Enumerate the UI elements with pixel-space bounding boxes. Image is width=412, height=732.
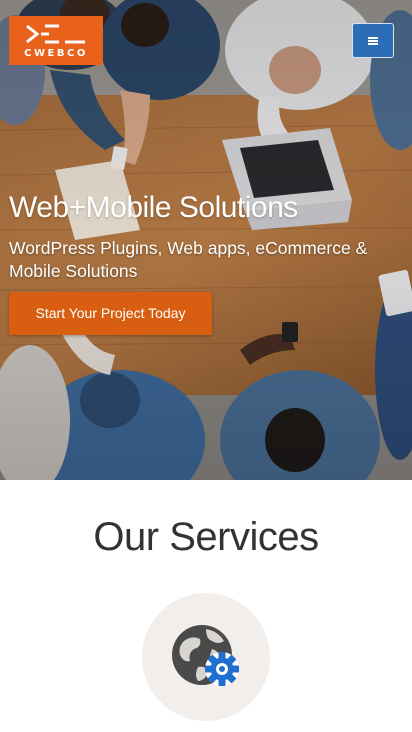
hero-title: Web+Mobile Solutions	[9, 191, 298, 224]
cwebco-logo-mark-icon	[26, 24, 85, 44]
hamburger-menu-icon	[368, 37, 378, 45]
cwebco-logo[interactable]: CWEBCO	[9, 16, 103, 65]
services-title: Our Services	[93, 515, 319, 559]
logo-text: CWEBCO	[24, 48, 88, 59]
menu-button[interactable]	[352, 23, 394, 58]
hero-section: CWEBCO Web+Mobile Solutions WordPress Pl…	[0, 0, 412, 480]
globe-gear-icon	[172, 625, 239, 686]
start-project-button[interactable]: Start Your Project Today	[9, 292, 212, 335]
service-item[interactable]	[142, 593, 270, 721]
hero-subtitle: WordPress Plugins, Web apps, eCommerce &…	[9, 238, 368, 281]
page: CWEBCO Web+Mobile Solutions WordPress Pl…	[0, 0, 412, 732]
